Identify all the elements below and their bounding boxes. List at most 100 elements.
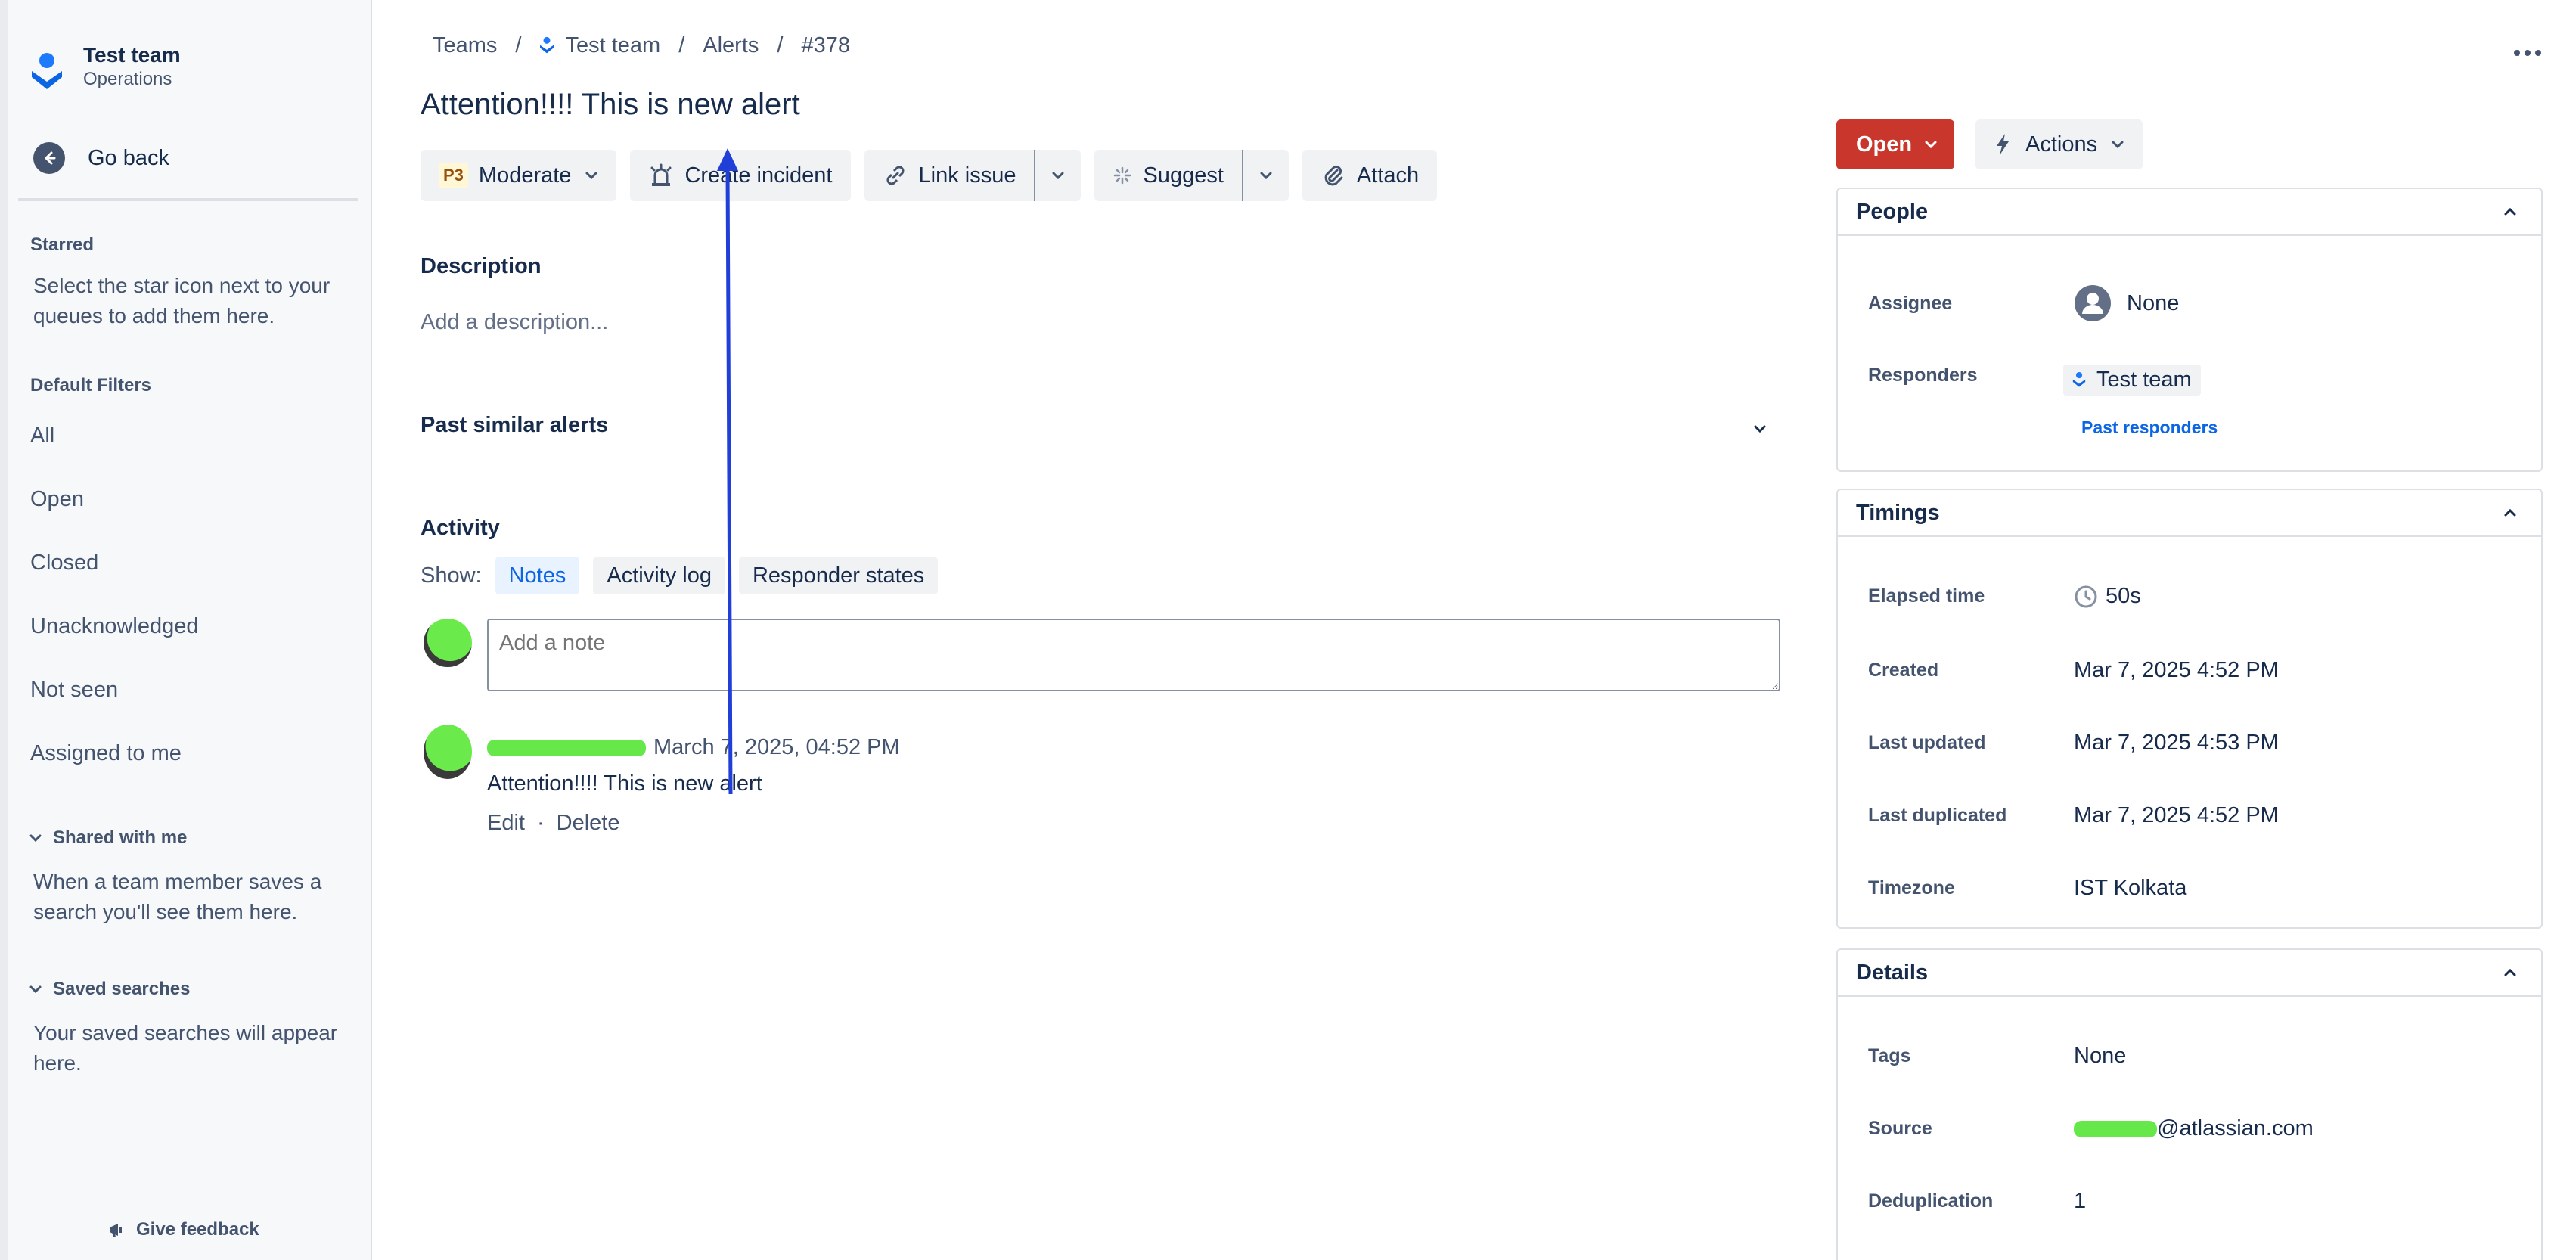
team-type: Operations [83,69,172,89]
filter-unacknowledged[interactable]: Unacknowledged [30,614,198,639]
priority-badge: P3 [439,163,468,188]
note-meta: March 7, 2025, 04:52 PM [487,735,900,760]
details-panel-header[interactable]: Details [1838,950,2541,997]
past-similar-alerts-heading[interactable]: Past similar alerts [421,413,608,438]
add-note-input[interactable] [487,619,1780,691]
attach-label: Attach [1356,163,1420,188]
past-responders-link[interactable]: Past responders [2081,417,2218,438]
breadcrumb-teams[interactable]: Teams [433,33,497,58]
default-filters-heading: Default Filters [30,375,152,396]
link-issue-button[interactable]: Link issue [864,150,1035,201]
shared-with-me-toggle[interactable]: Shared with me [29,827,187,849]
chevron-down-icon [2112,141,2124,149]
team-logo-icon [2072,371,2086,387]
suggest-dropdown[interactable] [1241,150,1289,201]
tab-responder-states[interactable]: Responder states [738,557,939,594]
suggest-split: Suggest [1094,150,1289,201]
tab-activity-log[interactable]: Activity log [593,557,725,594]
filter-all[interactable]: All [30,424,54,448]
give-feedback-label: Give feedback [136,1219,259,1240]
team-header[interactable]: Test team Operations [30,42,181,95]
edit-note-button[interactable]: Edit [487,811,525,836]
description-input[interactable]: Add a description... [421,310,608,335]
sidebar-divider [18,198,358,201]
people-panel-header[interactable]: People [1838,189,2541,236]
responders-value[interactable]: Test team [2063,365,2201,396]
breadcrumb-team-label: Test team [565,33,661,57]
breadcrumb-alert-id[interactable]: #378 [801,33,850,58]
clock-icon [2075,585,2097,607]
attach-button[interactable]: Attach [1302,150,1438,201]
starred-empty-text: Select the star icon next to your queues… [33,274,331,327]
last-updated-row: Last updated Mar 7, 2025 4:53 PM [1868,731,2279,756]
arrow-left-icon [33,142,65,174]
last-updated-key: Last updated [1868,732,1986,753]
give-feedback-button[interactable]: Give feedback [107,1219,259,1240]
paperclip-icon [1324,165,1343,186]
alert-title[interactable]: Attention!!!! This is new alert [421,88,800,122]
tags-key: Tags [1868,1045,1911,1066]
suggest-button[interactable]: Suggest [1094,150,1242,201]
team-name: Test team [83,43,181,67]
shared-with-me-heading: Shared with me [53,827,188,848]
chevron-down-icon [585,172,597,180]
saved-searches-heading: Saved searches [53,979,191,999]
timezone-key: Timezone [1868,877,1955,898]
actions-dropdown[interactable]: Actions [1975,119,2143,169]
megaphone-icon [110,1224,122,1237]
responders-key: Responders [1868,365,1978,386]
go-back-label: Go back [88,145,169,170]
timings-panel-header[interactable]: Timings [1838,490,2541,537]
saved-searches-toggle[interactable]: Saved searches [29,979,190,1000]
breadcrumb-alerts[interactable]: Alerts [703,33,759,58]
created-row: Created Mar 7, 2025 4:52 PM [1868,658,2279,683]
show-label: Show: [421,563,482,588]
responder-team-chip[interactable]: Test team [2063,365,2201,396]
note-text: Attention!!!! This is new alert [487,771,762,796]
filter-not-seen[interactable]: Not seen [30,678,118,703]
note-author-avatar [424,725,472,779]
past-similar-alerts-toggle[interactable] [1752,421,1768,441]
breadcrumb: Teams / Test team / Alerts / #378 [433,33,850,58]
elapsed-time: 50s [2106,584,2141,608]
timezone-value: IST Kolkata [2074,876,2187,900]
go-back-button[interactable]: Go back [33,142,169,174]
note-actions: Edit · Delete [487,811,619,836]
breadcrumb-separator: / [678,33,685,57]
action-separator: · [536,811,545,835]
chevron-up-icon [2504,207,2516,216]
link-icon [886,166,904,185]
breadcrumb-team[interactable]: Test team [539,33,660,58]
timings-title: Timings [1856,500,1940,525]
responders-row: Responders Test team [1868,365,2201,396]
tags-value[interactable]: None [2074,1044,2126,1069]
more-options-button[interactable] [2505,38,2550,68]
assignee-row: Assignee None [1868,284,2179,322]
alert-toolbar: P3 Moderate Create incident Link issue S… [421,150,1451,201]
link-issue-dropdown[interactable] [1034,150,1082,201]
create-incident-button[interactable]: Create incident [630,150,851,201]
actions-label: Actions [2025,132,2098,157]
filter-open[interactable]: Open [30,487,84,512]
starred-heading: Starred [30,234,95,255]
delete-note-button[interactable]: Delete [557,811,620,836]
filter-closed[interactable]: Closed [30,551,98,576]
siren-icon [650,163,672,186]
chevron-down-icon [1754,425,1766,433]
details-title: Details [1856,960,1929,985]
more-icon-dot [2535,50,2541,56]
created-value: Mar 7, 2025 4:52 PM [2074,658,2279,682]
assignee-key: Assignee [1868,292,1953,314]
assignee-value[interactable]: None [2074,284,2179,322]
priority-dropdown[interactable]: P3 Moderate [421,150,617,201]
description-heading: Description [421,254,542,278]
filter-assigned-to-me[interactable]: Assigned to me [30,741,182,766]
priority-label: Moderate [478,163,572,188]
status-dropdown[interactable]: Open [1836,119,1955,169]
last-duplicated-key: Last duplicated [1868,805,2007,826]
note-timestamp: March 7, 2025, 04:52 PM [653,735,900,759]
redacted-source-user [2074,1120,2157,1137]
tab-notes[interactable]: Notes [495,557,580,594]
create-incident-label: Create incident [684,163,833,188]
last-updated-value: Mar 7, 2025 4:53 PM [2074,731,2279,755]
